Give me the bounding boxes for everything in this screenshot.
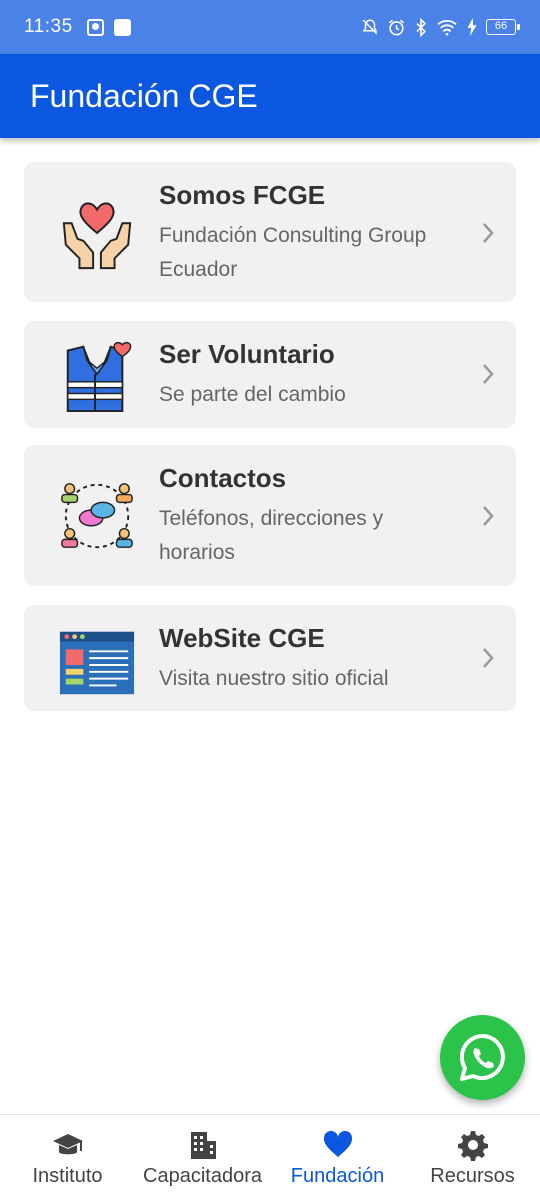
app-bar: Fundación CGE (0, 54, 540, 138)
contacts-network-icon (61, 483, 133, 549)
whatsapp-button[interactable] (440, 1015, 525, 1100)
page-title: Fundación CGE (30, 77, 258, 114)
card-subtitle: Teléfonos, direcciones y horarios (159, 507, 384, 564)
alarm-icon (388, 19, 405, 35)
nav-item-instituto[interactable]: Instituto (0, 1115, 135, 1200)
graduation-cap-icon (52, 1134, 83, 1155)
website-icon (59, 631, 135, 695)
chevron-right-icon (483, 223, 494, 243)
card-title: Contactos (159, 463, 287, 493)
card-ser-voluntario[interactable]: Ser Voluntario Se parte del cambio (24, 321, 516, 428)
card-title: Ser Voluntario (159, 339, 335, 369)
bottom-nav: Instituto Capacitadora Fundación Recurso… (0, 1114, 540, 1200)
card-title: Somos FCGE (159, 180, 326, 210)
chevron-right-icon (483, 648, 494, 668)
whatsapp-icon (459, 1033, 505, 1081)
nav-item-recursos[interactable]: Recursos (405, 1115, 540, 1200)
status-bar: 11:35 66 (0, 0, 540, 54)
volunteer-vest-icon (66, 342, 132, 413)
card-contactos[interactable]: Contactos Teléfonos, direcciones y horar… (24, 445, 516, 586)
wifi-icon (437, 20, 457, 36)
heart-icon (323, 1130, 352, 1157)
nav-label: Fundación (290, 1165, 385, 1187)
building-icon (190, 1132, 216, 1159)
nav-label: Capacitadora (143, 1165, 262, 1187)
charging-icon (467, 18, 477, 36)
card-subtitle: Fundación Consulting Group Ecuador (159, 224, 427, 281)
nav-item-fundacion[interactable]: Fundación (270, 1115, 405, 1200)
square-icon (113, 18, 131, 36)
mute-icon (362, 19, 378, 35)
status-time: 11:35 (24, 16, 73, 37)
chevron-right-icon (483, 506, 494, 526)
nav-label: Instituto (32, 1165, 103, 1187)
card-website-cge[interactable]: WebSite CGE Visita nuestro sitio oficial (24, 605, 516, 711)
gear-icon (457, 1131, 488, 1161)
card-subtitle: Visita nuestro sitio oficial (159, 667, 389, 690)
heart-hands-icon (62, 202, 132, 270)
card-title: WebSite CGE (159, 623, 325, 653)
photo-icon (86, 18, 104, 36)
bluetooth-icon (416, 17, 427, 37)
card-somos-fcge[interactable]: Somos FCGE Fundación Consulting Group Ec… (24, 162, 516, 302)
chevron-right-icon (483, 364, 494, 384)
battery-icon: 66 (486, 19, 520, 35)
nav-label: Recursos (430, 1165, 515, 1187)
card-subtitle: Se parte del cambio (159, 383, 346, 406)
nav-item-capacitadora[interactable]: Capacitadora (135, 1115, 270, 1200)
